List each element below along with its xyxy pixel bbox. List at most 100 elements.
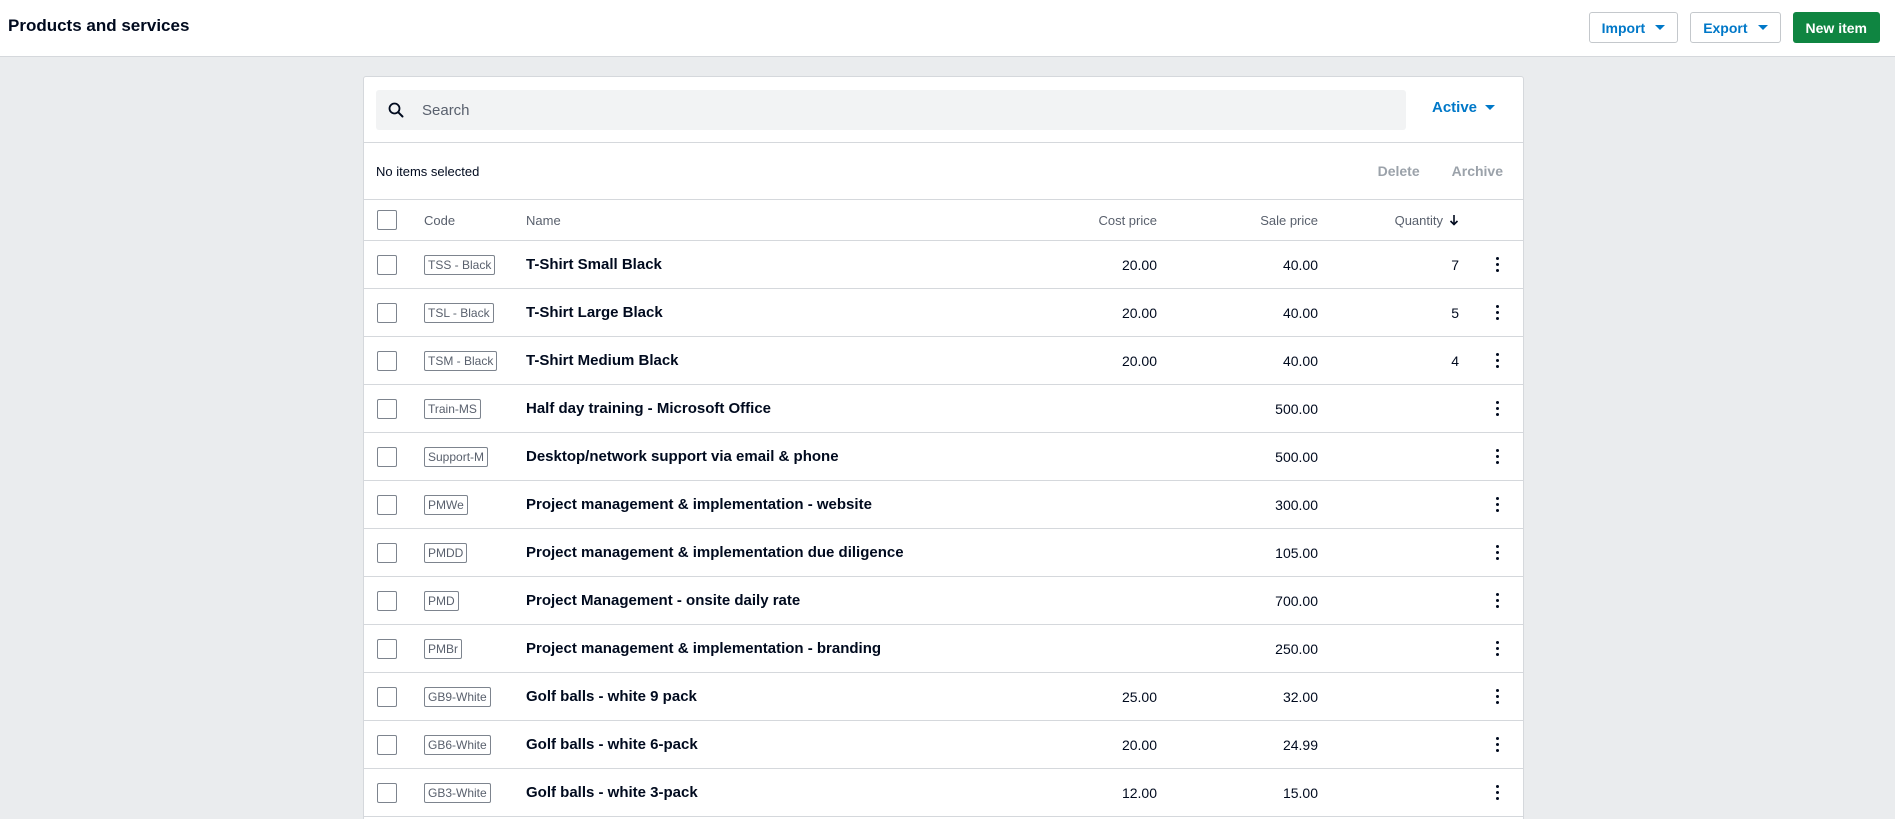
item-name[interactable]: Project management & implementation - br… (526, 640, 881, 657)
column-header-cost-price[interactable]: Cost price (1098, 213, 1157, 228)
table-row[interactable]: TSM - Black T-Shirt Medium Black 20.00 40.0… (364, 337, 1523, 385)
select-all-checkbox[interactable] (377, 210, 397, 230)
chevron-down-icon (1757, 25, 1768, 30)
table-row[interactable]: Support-M Desktop/network support via ema… (364, 433, 1523, 481)
import-button[interactable]: Import (1588, 12, 1679, 43)
search-area: Active (364, 77, 1523, 143)
products-panel: Active No items selected Delete Archive … (363, 76, 1524, 819)
more-options-icon[interactable] (1489, 589, 1505, 613)
item-sale-price: 250.00 (1275, 640, 1318, 657)
table-row[interactable]: TSS - Black T-Shirt Small Black 20.00 40.00… (364, 241, 1523, 289)
column-header-quantity[interactable]: Quantity (1395, 213, 1459, 228)
item-name[interactable]: T-Shirt Medium Black (526, 352, 679, 369)
more-options-icon[interactable] (1489, 733, 1505, 757)
item-code: PMWe (424, 494, 468, 515)
item-quantity: 5 (1451, 304, 1459, 321)
item-sale-price: 40.00 (1282, 256, 1318, 273)
row-checkbox[interactable] (377, 494, 397, 515)
item-sale-price: 24.99 (1282, 736, 1318, 753)
row-checkbox[interactable] (377, 542, 397, 563)
item-name[interactable]: Golf balls - white 6-pack (526, 736, 698, 753)
import-label: Import (1601, 19, 1646, 36)
row-checkbox[interactable] (377, 590, 397, 611)
item-code: GB3-White (424, 782, 491, 803)
item-quantity: 4 (1451, 352, 1459, 369)
row-checkbox[interactable] (377, 254, 397, 275)
item-name[interactable]: Project management & implementation due … (526, 544, 904, 561)
item-code: GB6-White (424, 734, 491, 755)
bulk-actions: Delete Archive (1362, 163, 1519, 179)
search-box (376, 90, 1406, 130)
item-code: Support-M (424, 446, 489, 467)
row-checkbox[interactable] (377, 686, 397, 707)
row-checkbox[interactable] (377, 782, 397, 803)
page-title: Products and services (8, 16, 190, 35)
item-name[interactable]: Golf balls - white 9 pack (526, 688, 697, 705)
table-row[interactable]: GB3-White Golf balls - white 3-pack 12.00 1… (364, 769, 1523, 817)
item-sale-price: 700.00 (1275, 592, 1318, 609)
table-row[interactable]: Train-MS Half day training - Microsoft Of… (364, 385, 1523, 433)
item-name[interactable]: Project Management - onsite daily rate (526, 592, 800, 609)
item-sale-price: 15.00 (1282, 784, 1318, 801)
item-name[interactable]: Half day training - Microsoft Office (526, 400, 771, 417)
table-row[interactable]: PMWe Project management & implementation … (364, 481, 1523, 529)
item-code: PMBr (424, 638, 462, 659)
row-checkbox[interactable] (377, 350, 397, 371)
item-code: PMD (424, 590, 459, 611)
table-row[interactable]: PMBr Project management & implementation … (364, 625, 1523, 673)
row-checkbox[interactable] (377, 638, 397, 659)
table-row[interactable]: PMD Project Management - onsite daily rat… (364, 577, 1523, 625)
table-header: Code Name Cost price Sale price Quantity (364, 200, 1523, 241)
delete-button[interactable]: Delete (1362, 163, 1436, 179)
more-options-icon[interactable] (1489, 445, 1505, 469)
quantity-header-label: Quantity (1394, 212, 1443, 228)
archive-button[interactable]: Archive (1436, 163, 1519, 179)
item-sale-price: 40.00 (1282, 352, 1318, 369)
search-input[interactable] (416, 101, 1406, 119)
item-code: TSL - Black (424, 302, 494, 323)
item-quantity: 7 (1451, 256, 1459, 273)
item-name[interactable]: Golf balls - white 3-pack (526, 784, 698, 801)
item-sale-price: 40.00 (1282, 304, 1318, 321)
more-options-icon[interactable] (1489, 253, 1505, 277)
table-row[interactable]: GB9-White Golf balls - white 9 pack 25.00 3… (364, 673, 1523, 721)
table-row[interactable]: TSL - Black T-Shirt Large Black 20.00 40.00… (364, 289, 1523, 337)
item-sale-price: 300.00 (1275, 496, 1318, 513)
item-sale-price: 500.00 (1275, 448, 1318, 465)
item-name[interactable]: T-Shirt Large Black (526, 304, 663, 321)
top-actions: Import Export New item (1588, 12, 1880, 43)
column-header-name[interactable]: Name (526, 213, 561, 228)
more-options-icon[interactable] (1489, 397, 1505, 421)
row-checkbox[interactable] (377, 398, 397, 419)
column-header-code[interactable]: Code (424, 213, 455, 228)
more-options-icon[interactable] (1489, 493, 1505, 517)
more-options-icon[interactable] (1489, 685, 1505, 709)
status-filter-dropdown[interactable]: Active (1432, 99, 1496, 116)
table-row[interactable]: PMDD Project management & implementation … (364, 529, 1523, 577)
more-options-icon[interactable] (1489, 781, 1505, 805)
row-checkbox[interactable] (377, 302, 397, 323)
column-header-sale-price[interactable]: Sale price (1260, 213, 1318, 228)
more-options-icon[interactable] (1489, 349, 1505, 373)
item-name[interactable]: Project management & implementation - we… (526, 496, 872, 513)
row-checkbox[interactable] (377, 734, 397, 755)
item-name[interactable]: Desktop/network support via email & phon… (526, 448, 839, 465)
more-options-icon[interactable] (1489, 541, 1505, 565)
more-options-icon[interactable] (1489, 301, 1505, 325)
sort-descending-icon (1449, 215, 1459, 226)
item-cost-price: 20.00 (1121, 304, 1157, 321)
chevron-down-icon (1485, 105, 1496, 110)
item-code: GB9-White (424, 686, 491, 707)
table-row[interactable]: GB6-White Golf balls - white 6-pack 20.00 2… (364, 721, 1523, 769)
item-code: TSS - Black (424, 254, 496, 275)
search-icon (376, 102, 416, 118)
item-sale-price: 500.00 (1275, 400, 1318, 417)
row-checkbox[interactable] (377, 446, 397, 467)
export-button[interactable]: Export (1690, 12, 1781, 43)
item-sale-price: 32.00 (1282, 688, 1318, 705)
status-filter-label: Active (1432, 99, 1478, 116)
more-options-icon[interactable] (1489, 637, 1505, 661)
export-label: Export (1703, 19, 1748, 36)
item-name[interactable]: T-Shirt Small Black (526, 256, 662, 273)
new-item-button[interactable]: New item (1792, 12, 1880, 43)
